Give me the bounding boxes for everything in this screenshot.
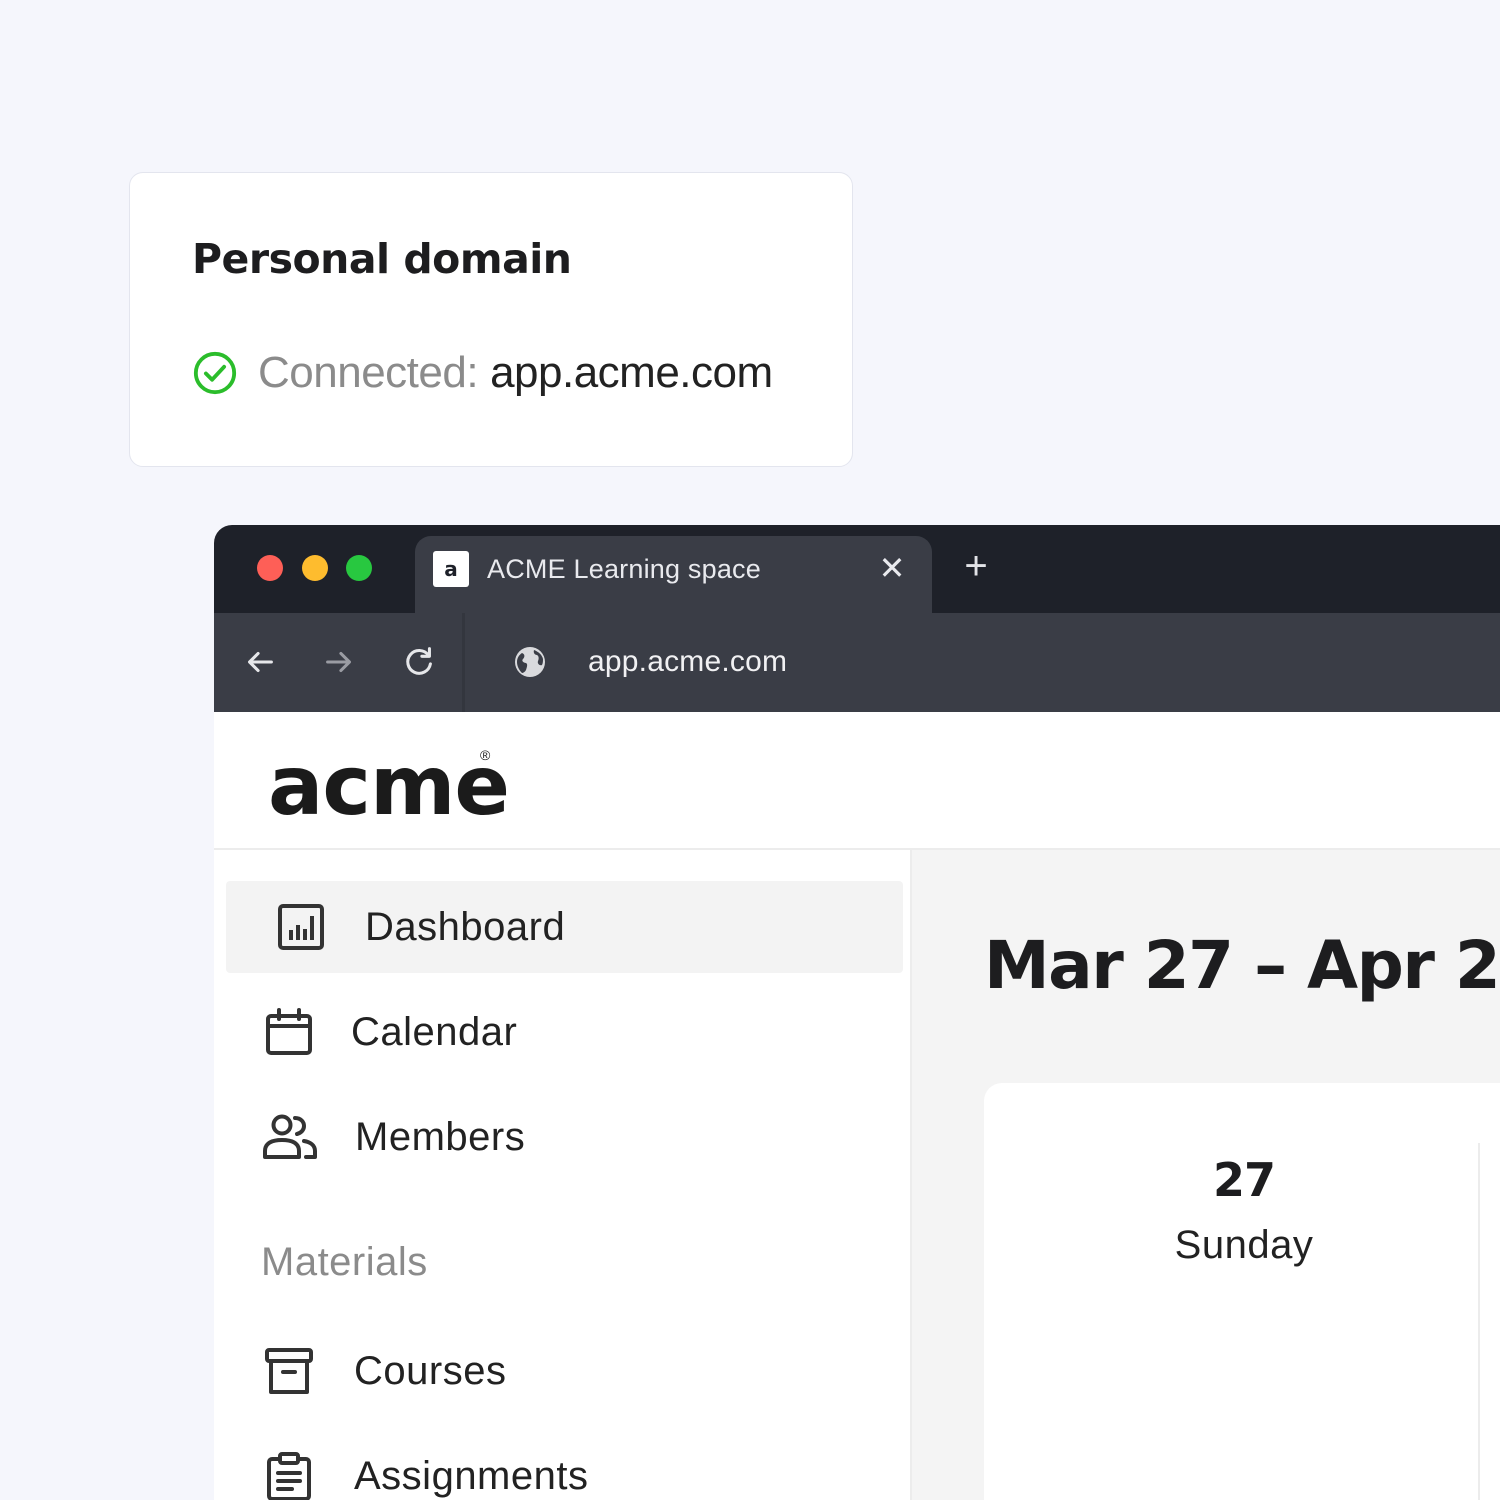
sidebar-item-label: Assignments — [354, 1453, 589, 1498]
check-circle-icon — [193, 351, 237, 395]
sidebar-item-calendar[interactable]: Calendar — [265, 986, 517, 1078]
day-number: 27 — [1212, 1153, 1276, 1207]
address-bar[interactable]: app.acme.com — [588, 639, 787, 685]
sidebar: Dashboard Calendar Members Materials Cou… — [214, 850, 912, 1500]
sidebar-item-courses[interactable]: Courses — [265, 1325, 506, 1417]
status-label: Connected: — [258, 348, 479, 397]
sidebar-item-label: Courses — [354, 1348, 507, 1393]
domain-status: Connected: app.acme.com — [192, 348, 773, 397]
calendar-icon — [266, 1008, 312, 1055]
week-date-range: Mar 27 – Apr 2 — [984, 927, 1500, 1004]
app-header: acme ® — [214, 712, 1500, 850]
window-minimize-button[interactable] — [302, 555, 328, 581]
sidebar-item-label: Calendar — [351, 1009, 518, 1054]
personal-domain-card: Personal domain Connected: app.acme.com — [129, 172, 853, 467]
arrow-forward-icon[interactable] — [320, 643, 358, 681]
connected-domain: app.acme.com — [490, 348, 773, 397]
tab-title: ACME Learning space — [487, 554, 761, 584]
acme-logo[interactable]: acme ® — [268, 739, 518, 834]
sidebar-item-dashboard[interactable]: Dashboard — [226, 881, 903, 973]
toolbar-divider — [462, 613, 465, 712]
main-content: Mar 27 – Apr 2 27 Sunday — [912, 850, 1500, 1500]
plus-icon[interactable]: + — [958, 546, 994, 586]
reload-icon[interactable] — [400, 643, 438, 681]
sidebar-item-label: Dashboard — [365, 904, 566, 949]
sidebar-item-label: Members — [355, 1114, 526, 1159]
window-close-button[interactable] — [257, 555, 283, 581]
section-label-materials: Materials — [261, 1240, 428, 1284]
registered-mark: ® — [480, 747, 491, 763]
sidebar-item-members[interactable]: Members — [262, 1091, 525, 1183]
members-icon — [263, 1114, 317, 1159]
window-maximize-button[interactable] — [346, 555, 372, 581]
browser-window: a ACME Learning space ✕ + app.acme.com a… — [214, 525, 1500, 1500]
browser-tab[interactable]: a ACME Learning space ✕ — [415, 536, 932, 613]
domain-card-title: Personal domain — [192, 235, 572, 283]
favicon-icon: a — [433, 551, 469, 587]
browser-toolbar: app.acme.com — [214, 613, 1500, 712]
logo-text: acme — [268, 739, 510, 834]
day-divider — [1478, 1143, 1480, 1500]
globe-icon — [515, 647, 545, 677]
arrow-back-icon[interactable] — [241, 643, 279, 681]
day-name: Sunday — [1174, 1223, 1314, 1267]
tab-strip: a ACME Learning space ✕ + — [214, 525, 1500, 613]
clipboard-icon — [267, 1452, 311, 1500]
sidebar-item-assignments[interactable]: Assignments — [265, 1430, 588, 1500]
day-column-card[interactable]: 27 Sunday — [984, 1083, 1500, 1500]
dashboard-icon — [278, 904, 324, 950]
close-icon[interactable]: ✕ — [872, 548, 912, 588]
archive-box-icon — [265, 1348, 313, 1394]
